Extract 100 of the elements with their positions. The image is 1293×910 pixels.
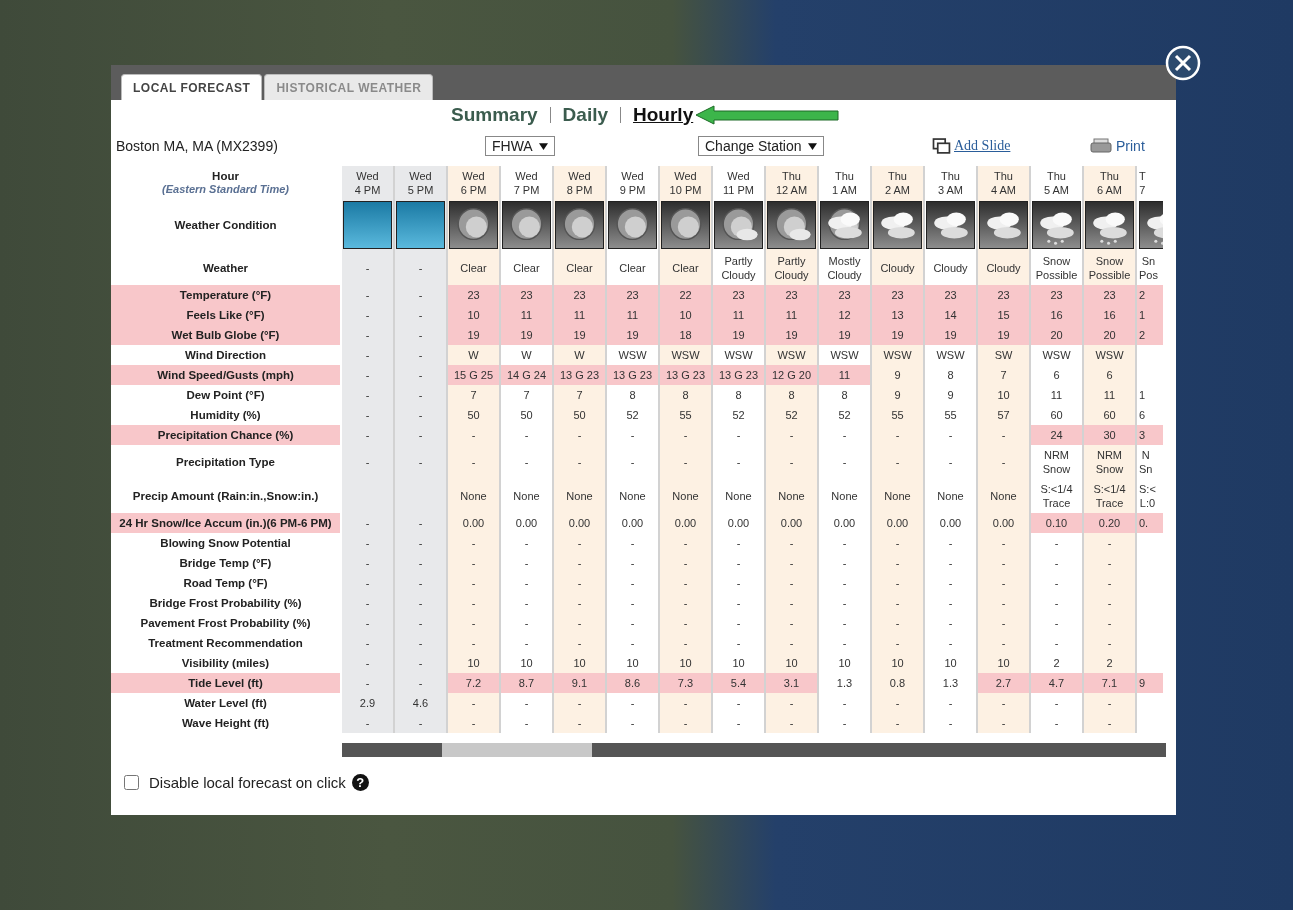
table-cell: - — [1084, 633, 1137, 653]
table-cell: - — [660, 573, 713, 593]
table-cell: - — [978, 693, 1031, 713]
table-cell: - — [660, 445, 713, 479]
hour-header: Wed 4 PM — [342, 166, 395, 199]
table-cell: 0.00 — [660, 513, 713, 533]
table-cell: 19 — [554, 325, 607, 345]
hour-header: Thu 12 AM — [766, 166, 819, 199]
table-cell: - — [342, 713, 395, 733]
table-cell: None — [978, 479, 1031, 513]
hour-header: Thu 4 AM — [978, 166, 1031, 199]
table-cell: 19 — [872, 325, 925, 345]
row-label: Bridge Temp (°F) — [178, 555, 273, 571]
table-cell: 19 — [819, 325, 872, 345]
table-cell: - — [1084, 693, 1137, 713]
table-cell: - — [342, 405, 395, 425]
table-cell: - — [448, 713, 501, 733]
table-cell: 15 — [978, 305, 1031, 325]
view-link[interactable]: Hourly — [633, 103, 694, 126]
table-cell: 5.4 — [713, 673, 766, 693]
table-cell: 4.6 — [395, 693, 448, 713]
table-cell: 23 — [1084, 285, 1137, 305]
table-cell: - — [342, 305, 395, 325]
table-cell: WSW — [1084, 345, 1137, 365]
table-cell: - — [342, 513, 395, 533]
table-cell: 13 — [872, 305, 925, 325]
table-cell: - — [342, 533, 395, 553]
table-cell: - — [766, 573, 819, 593]
table-cell: - — [448, 445, 501, 479]
table-cell: 7 — [448, 385, 501, 405]
table-cell: 19 — [607, 325, 660, 345]
table-cell: 11 — [766, 305, 819, 325]
scrollbar[interactable] — [342, 743, 1166, 757]
station-select[interactable]: Change Station — [698, 136, 824, 156]
table-cell: - — [342, 673, 395, 693]
hour-header: Thu 6 AM — [1084, 166, 1137, 199]
table-cell: None — [766, 479, 819, 513]
checkbox[interactable] — [124, 775, 139, 790]
table-cell: 23 — [978, 285, 1031, 305]
table-cell: - — [978, 613, 1031, 633]
table-cell: None — [872, 479, 925, 513]
table-cell: - — [872, 713, 925, 733]
table-cell: - — [872, 613, 925, 633]
table-cell: None — [660, 479, 713, 513]
table-cell: - — [342, 653, 395, 673]
table-cell: 7.2 — [448, 673, 501, 693]
table-cell: - — [766, 425, 819, 445]
table-cell: - — [395, 613, 448, 633]
source-select[interactable]: FHWA — [485, 136, 555, 156]
hour-header: Wed 10 PM — [660, 166, 713, 199]
print-link[interactable]: Print — [1116, 138, 1145, 154]
table-cell: 30 — [1084, 425, 1137, 445]
table-cell: - — [395, 425, 448, 445]
table-cell: 0.20 — [1084, 513, 1137, 533]
table-cell: - — [395, 365, 448, 385]
table-cell: 0.00 — [554, 513, 607, 533]
table-cell: 19 — [501, 325, 554, 345]
row-label: Treatment Recommendation — [147, 635, 304, 651]
tab[interactable]: LOCAL FORECAST — [121, 74, 263, 100]
table-cell: - — [766, 613, 819, 633]
table-cell: Snow Possible — [1084, 251, 1137, 285]
table-cell: - — [342, 365, 395, 385]
table-cell: Clear — [554, 251, 607, 285]
table-cell: - — [872, 553, 925, 573]
table-cell: 10 — [554, 653, 607, 673]
table-cell: - — [342, 445, 395, 479]
table-cell: SW — [978, 345, 1031, 365]
table-cell: - — [554, 445, 607, 479]
table-cell: 0.00 — [766, 513, 819, 533]
table-cell: - — [395, 593, 448, 613]
table-cell: - — [978, 533, 1031, 553]
checkbox-label: Disable local forecast on click — [149, 774, 346, 791]
table-cell: - — [395, 533, 448, 553]
help-icon[interactable]: ? — [351, 774, 369, 791]
table-cell: 60 — [1084, 405, 1137, 425]
table-cell: - — [554, 573, 607, 593]
row-label: Wave Height (ft) — [180, 715, 271, 731]
table-cell: 13 G 23 — [713, 365, 766, 385]
table-cell: 11 — [819, 365, 872, 385]
table-cell: Cloudy — [978, 251, 1031, 285]
table-cell: - — [660, 613, 713, 633]
table-cell: 2.7 — [978, 673, 1031, 693]
table-cell: 52 — [766, 405, 819, 425]
view-link[interactable]: Daily — [562, 103, 609, 126]
close-button[interactable] — [1165, 45, 1201, 81]
table-cell: WSW — [660, 345, 713, 365]
table-cell: 7.3 — [660, 673, 713, 693]
row-label: Feels Like (°F) — [111, 305, 340, 325]
table-cell: - — [342, 633, 395, 653]
table-cell: 23 — [1031, 285, 1084, 305]
table-cell: - — [660, 633, 713, 653]
add-slide-link[interactable]: Add Slide — [954, 138, 1011, 154]
table-cell: 3.1 — [766, 673, 819, 693]
table-cell: 55 — [872, 405, 925, 425]
table-cell: 10 — [872, 653, 925, 673]
table-cell: - — [872, 533, 925, 553]
view-link[interactable]: Summary — [451, 103, 538, 126]
table-cell: NRM Snow — [1084, 445, 1137, 479]
table-cell: 55 — [660, 405, 713, 425]
table-cell: 11 — [607, 305, 660, 325]
